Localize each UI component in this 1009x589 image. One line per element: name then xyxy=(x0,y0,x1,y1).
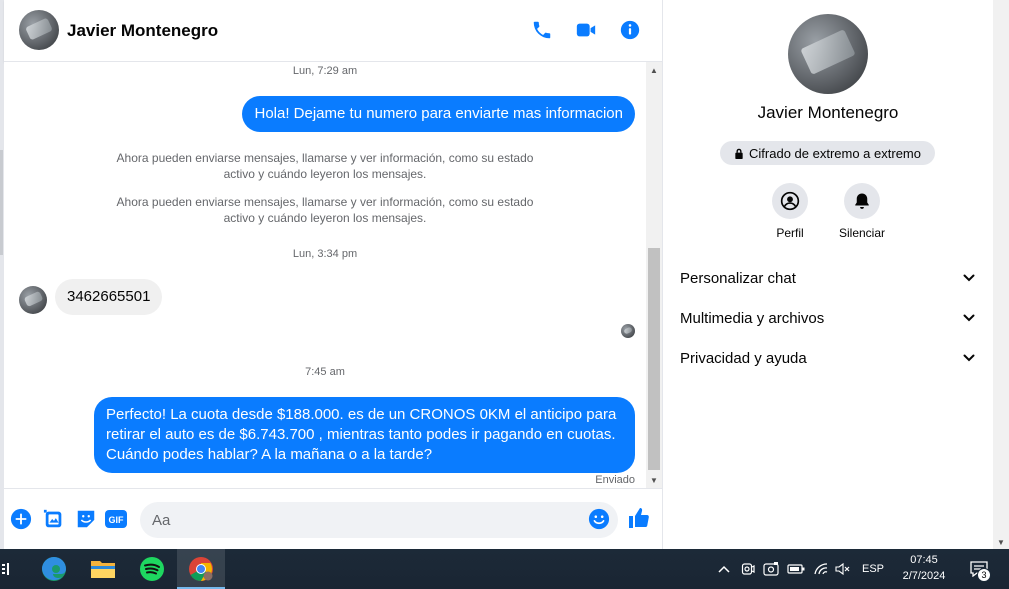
section-privacy-help[interactable]: Privacidad y ayuda xyxy=(673,340,983,376)
section-label: Personalizar chat xyxy=(680,269,796,287)
volume-muted-icon[interactable] xyxy=(832,549,854,589)
mute-action-label: Silenciar xyxy=(838,226,886,240)
spotify-icon[interactable] xyxy=(128,549,176,589)
image-gallery-icon xyxy=(43,509,62,528)
incoming-message[interactable]: 3462665501 xyxy=(55,279,163,315)
scrollbar-thumb[interactable] xyxy=(648,248,660,470)
message-timestamp: Lun, 3:34 pm xyxy=(292,248,358,260)
profile-action-circle[interactable] xyxy=(772,183,808,219)
message-timestamp: Lun, 7:29 am xyxy=(292,65,358,77)
camera-tray-icon[interactable] xyxy=(738,549,758,589)
message-input[interactable] xyxy=(152,502,582,538)
scroll-up-arrow-icon[interactable]: ▲ xyxy=(646,62,662,78)
scroll-down-arrow-icon[interactable]: ▼ xyxy=(646,472,662,488)
message-scrollbar[interactable]: ▲ ▼ xyxy=(646,62,662,488)
message-input-container[interactable] xyxy=(140,502,618,538)
profile-action[interactable]: Perfil xyxy=(755,183,825,240)
composer: GIF xyxy=(4,488,662,549)
section-label: Multimedia y archivos xyxy=(680,309,825,327)
section-media-files[interactable]: Multimedia y archivos xyxy=(673,300,983,336)
screen-capture-tray-icon[interactable] xyxy=(761,549,781,589)
svg-text:GIF: GIF xyxy=(109,515,125,525)
phone-icon xyxy=(533,21,551,39)
system-clock[interactable]: 07:45 2/7/2024 xyxy=(890,552,958,584)
video-camera-icon xyxy=(576,23,596,37)
chrome-icon[interactable] xyxy=(177,549,225,589)
task-view-icon[interactable] xyxy=(0,549,14,589)
chat-header: Javier Montenegro xyxy=(4,0,662,62)
chevron-down-icon xyxy=(963,314,975,322)
conversation-info-button[interactable] xyxy=(616,16,644,44)
scroll-down-arrow-icon[interactable]: ▼ xyxy=(993,538,1009,547)
like-send-button[interactable] xyxy=(627,506,651,530)
system-message: Ahora pueden enviarse mensajes, llamarse… xyxy=(116,195,534,225)
section-customize-chat[interactable]: Personalizar chat xyxy=(673,260,983,296)
file-explorer-icon[interactable] xyxy=(79,549,127,589)
info-icon xyxy=(620,20,640,40)
read-receipt-avatar xyxy=(621,324,635,338)
mute-action[interactable]: Silenciar xyxy=(827,183,897,240)
system-message: Ahora pueden enviarse mensajes, llamarse… xyxy=(116,151,534,181)
battery-icon[interactable] xyxy=(785,549,807,589)
notifications-button[interactable]: 3 xyxy=(963,549,995,589)
notification-count-badge: 3 xyxy=(977,568,991,582)
chevron-down-icon xyxy=(963,354,975,362)
info-panel-contact-name: Javier Montenegro xyxy=(757,103,899,122)
bell-icon xyxy=(855,193,869,209)
language-indicator[interactable]: ESP xyxy=(858,549,888,589)
clock-date: 2/7/2024 xyxy=(902,570,946,582)
contact-name[interactable]: Javier Montenegro xyxy=(67,21,218,41)
gif-button[interactable]: GIF xyxy=(104,507,128,531)
messenger-window: Javier Montenegro Lun, 7:29 am Hola! Dej… xyxy=(0,0,1009,549)
windows-taskbar: ESP 07:45 2/7/2024 3 xyxy=(0,549,1009,589)
encryption-badge[interactable]: Cifrado de extremo a extremo xyxy=(720,141,935,165)
profile-icon xyxy=(780,191,800,211)
chevron-down-icon xyxy=(963,274,975,282)
profile-action-label: Perfil xyxy=(776,226,804,240)
contact-avatar-small[interactable] xyxy=(19,286,47,314)
voice-call-button[interactable] xyxy=(528,16,556,44)
plus-circle-icon xyxy=(10,508,32,530)
contact-avatar[interactable] xyxy=(19,10,59,50)
video-call-button[interactable] xyxy=(572,16,600,44)
message-list[interactable]: Lun, 7:29 am Hola! Dejame tu numero para… xyxy=(4,62,646,488)
gif-icon: GIF xyxy=(105,510,127,528)
emoji-icon xyxy=(588,508,610,530)
more-actions-button[interactable] xyxy=(9,507,33,531)
left-edge-mark xyxy=(0,150,3,255)
page-scrollbar[interactable]: ▼ xyxy=(993,0,1009,549)
outgoing-message[interactable]: Perfecto! La cuota desde $188.000. es de… xyxy=(94,397,635,473)
sticker-button[interactable] xyxy=(74,507,98,531)
wifi-icon[interactable] xyxy=(811,549,831,589)
edge-icon[interactable] xyxy=(30,549,78,589)
message-timestamp: 7:45 am xyxy=(305,366,345,378)
mute-action-circle[interactable] xyxy=(844,183,880,219)
outgoing-message[interactable]: Hola! Dejame tu numero para enviarte mas… xyxy=(242,96,635,132)
show-hidden-icons-chevron-icon[interactable] xyxy=(713,549,735,589)
message-status: Enviado xyxy=(595,474,635,486)
section-label: Privacidad y ayuda xyxy=(680,349,807,367)
conversation-info-panel: Javier Montenegro Cifrado de extremo a e… xyxy=(663,0,993,549)
emoji-button[interactable] xyxy=(588,508,612,532)
contact-avatar-large[interactable] xyxy=(788,14,868,94)
sticker-icon xyxy=(77,510,95,528)
lock-icon xyxy=(735,148,743,159)
clock-time: 07:45 xyxy=(910,554,938,566)
thumbs-up-icon xyxy=(629,508,649,528)
attach-media-button[interactable] xyxy=(42,507,66,531)
encryption-badge-label: Cifrado de extremo a extremo xyxy=(749,145,921,161)
